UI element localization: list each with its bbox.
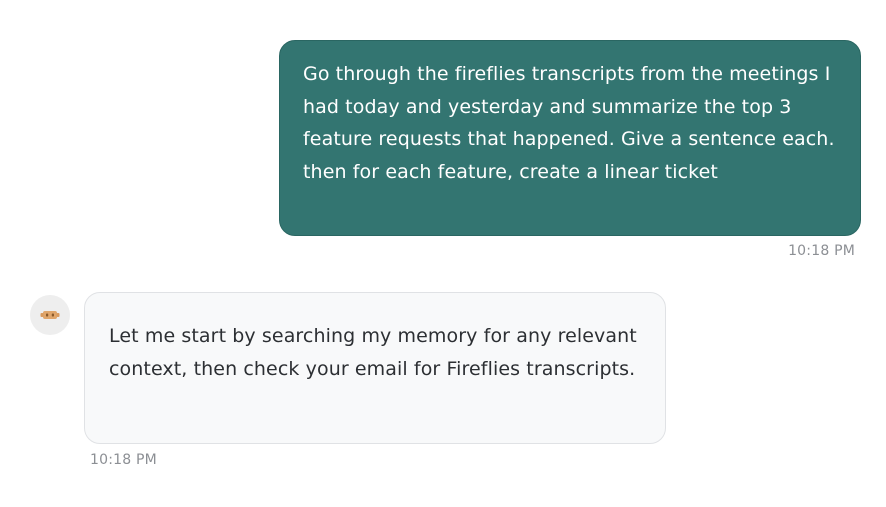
chat-thread: Go through the fireflies transcripts fro…: [0, 0, 886, 507]
user-message-timestamp: 10:18 PM: [788, 243, 855, 259]
user-message-text: Go through the fireflies transcripts fro…: [303, 63, 835, 183]
assistant-message-text: Let me start by searching my memory for …: [109, 325, 637, 380]
user-message-bubble: Go through the fireflies transcripts fro…: [279, 40, 861, 236]
assistant-message-timestamp: 10:18 PM: [90, 452, 157, 468]
assistant-avatar: [30, 295, 70, 335]
bot-logo-icon: [40, 306, 60, 325]
assistant-message-bubble: Let me start by searching my memory for …: [84, 292, 666, 444]
